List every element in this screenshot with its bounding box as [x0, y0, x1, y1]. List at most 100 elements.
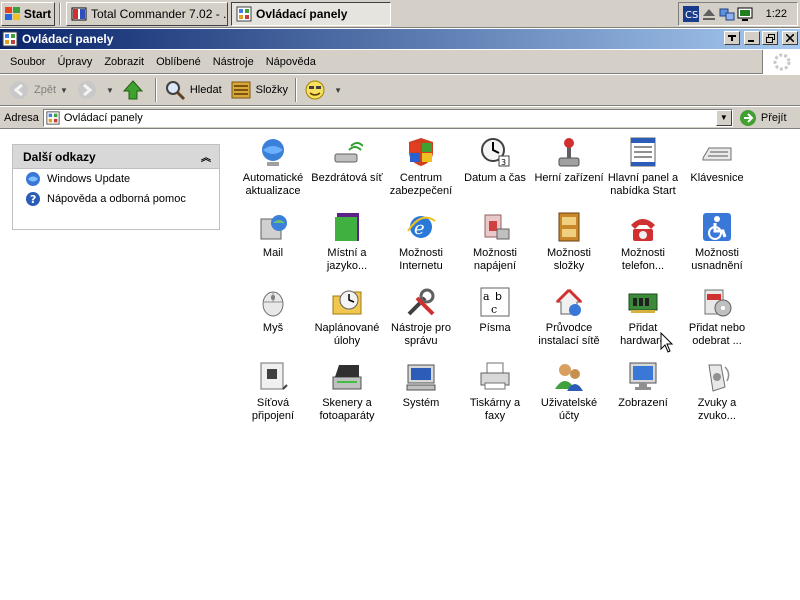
- cp-item-printers-faxes[interactable]: Tiskárny a faxy: [458, 361, 532, 423]
- cp-item-sounds[interactable]: Zvuky a zvuko...: [680, 361, 754, 423]
- help-button[interactable]: [724, 31, 740, 45]
- link-windows-update[interactable]: Windows Update: [13, 169, 219, 189]
- cp-item-display[interactable]: Zobrazení: [606, 361, 680, 410]
- cp-item-scheduled-tasks[interactable]: Naplánované úlohy: [310, 286, 384, 348]
- total-commander-icon: [71, 7, 87, 21]
- back-label: Zpět: [34, 84, 57, 96]
- go-arrow-icon: [739, 109, 756, 126]
- address-input[interactable]: Ovládací panely ▼: [42, 108, 733, 127]
- cp-item-power-options[interactable]: Možnosti napájení: [458, 211, 532, 273]
- address-value: Ovládací panely: [63, 111, 143, 124]
- eject-icon[interactable]: [701, 6, 717, 22]
- item-label: Automatické aktualizace: [242, 172, 304, 197]
- cp-item-folder-options[interactable]: Možnosti složky: [532, 211, 606, 273]
- cp-item-phone-options[interactable]: Možnosti telefon...: [606, 211, 680, 273]
- menu-napoveda[interactable]: Nápověda: [260, 56, 322, 68]
- cp-item-fonts[interactable]: abc Písma: [458, 286, 532, 335]
- cp-item-accessibility[interactable]: Možnosti usnadnění: [680, 211, 754, 273]
- cp-item-date-time[interactable]: 3 Datum a čas: [458, 136, 532, 185]
- back-button[interactable]: Zpět ▼: [4, 77, 72, 103]
- minimize-icon: [748, 40, 754, 42]
- folder-options-icon: [558, 212, 580, 242]
- task-control-panel[interactable]: Ovládací panely: [231, 2, 391, 26]
- item-label: Možnosti Internetu: [398, 247, 444, 272]
- accessibility-icon: [703, 213, 731, 241]
- svg-text:b: b: [495, 290, 502, 303]
- up-button[interactable]: [118, 77, 152, 103]
- minimize-button[interactable]: [744, 31, 760, 45]
- smiley-icon: [305, 80, 325, 100]
- cp-item-system[interactable]: Systém: [384, 361, 458, 410]
- content-area: Další odkazy ︽ Windows Update ? Nápověda…: [0, 130, 800, 600]
- cp-item-scanners-cameras[interactable]: Skenery a fotoaparáty: [310, 361, 384, 423]
- keyboard-icon: [702, 147, 732, 161]
- item-label: Uživatelské účty: [540, 397, 598, 422]
- window-title: Ovládací panely: [22, 32, 114, 46]
- cp-item-keyboard[interactable]: Klávesnice: [680, 136, 754, 185]
- menu-soubor[interactable]: Soubor: [4, 56, 51, 68]
- wireless-icon: [334, 142, 363, 163]
- link-help-support[interactable]: ? Nápověda a odborná pomoc: [13, 189, 219, 209]
- go-label: Přejít: [760, 111, 787, 124]
- clock[interactable]: 1:22: [766, 8, 787, 20]
- cp-item-admin-tools[interactable]: Nástroje pro správu: [384, 286, 458, 348]
- smiley-button[interactable]: ▼: [300, 77, 346, 103]
- cp-item-user-accounts[interactable]: Uživatelské účty: [532, 361, 606, 423]
- chevron-down-icon[interactable]: ▼: [106, 86, 114, 95]
- task-pane-header[interactable]: Další odkazy ︽: [13, 145, 219, 169]
- network-tray-icon[interactable]: [719, 6, 735, 22]
- close-button[interactable]: [782, 31, 798, 45]
- address-dropdown-button[interactable]: ▼: [715, 109, 732, 126]
- admin-tools-icon: [407, 288, 435, 316]
- cp-item-taskbar-start[interactable]: Hlavní panel a nabídka Start: [606, 136, 680, 198]
- item-label: Skenery a fotoaparáty: [319, 397, 375, 422]
- search-button[interactable]: Hledat: [160, 77, 226, 103]
- chevron-down-icon[interactable]: ▼: [334, 86, 342, 95]
- chevron-down-icon[interactable]: ▼: [60, 86, 68, 95]
- cp-item-mail[interactable]: Mail: [236, 211, 310, 260]
- restore-button[interactable]: [762, 31, 778, 45]
- language-icon[interactable]: CS: [683, 6, 699, 22]
- cp-item-internet-options[interactable]: e Možnosti Internetu: [384, 211, 458, 273]
- cp-item-mouse[interactable]: Myš: [236, 286, 310, 335]
- ie-icon: e: [407, 216, 436, 239]
- system-tray: CS 1:22: [678, 2, 798, 26]
- cp-item-security-center[interactable]: Centrum zabezpečení: [384, 136, 458, 198]
- power-icon: [484, 214, 510, 240]
- phone-icon: [631, 219, 655, 241]
- window-controls: [724, 31, 798, 45]
- task-pane-other-links: Další odkazy ︽ Windows Update ? Nápověda…: [12, 144, 220, 230]
- item-label: Naplánované úlohy: [314, 322, 380, 347]
- task-total-commander[interactable]: Total Commander 7.02 - ...: [66, 2, 228, 26]
- cp-item-regional[interactable]: Místní a jazyko...: [310, 211, 384, 273]
- svg-text:CS: CS: [685, 10, 698, 21]
- forward-arrow-icon: [77, 81, 96, 99]
- menu-oblibene[interactable]: Oblíbené: [150, 56, 207, 68]
- display-icon: [629, 362, 657, 390]
- window-titlebar[interactable]: Ovládací panely: [0, 29, 800, 49]
- menu-zobrazit[interactable]: Zobrazit: [98, 56, 150, 68]
- cp-item-add-remove-programs[interactable]: Přidat nebo odebrat ...: [680, 286, 754, 348]
- item-label: Možnosti telefon...: [620, 247, 666, 272]
- item-label: Možnosti složky: [546, 247, 592, 272]
- cp-item-game-controllers[interactable]: Herní zařízení: [532, 136, 606, 185]
- cp-item-network-connections[interactable]: Síťová připojení: [236, 361, 310, 423]
- menu-upravy[interactable]: Úpravy: [51, 56, 98, 68]
- joystick-icon: [558, 138, 580, 167]
- item-label: Možnosti napájení: [472, 247, 518, 272]
- folders-button[interactable]: Složky: [226, 77, 292, 103]
- go-button[interactable]: Přejít: [739, 109, 787, 127]
- svg-text:?: ?: [30, 193, 36, 206]
- shield-icon: [409, 138, 433, 166]
- monitor-tray-icon[interactable]: [737, 6, 753, 22]
- forward-button[interactable]: ▼: [72, 77, 118, 103]
- cp-item-network-wizard[interactable]: Průvodce instalací sítě: [532, 286, 606, 348]
- cp-item-automatic-updates[interactable]: Automatické aktualizace: [236, 136, 310, 198]
- collapse-icon[interactable]: ︽: [201, 149, 211, 164]
- item-label: Přidat nebo odebrat ...: [688, 322, 746, 347]
- menu-nastroje[interactable]: Nástroje: [207, 56, 260, 68]
- start-button[interactable]: Start: [1, 2, 55, 26]
- cp-item-wireless[interactable]: Bezdrátová síť: [310, 136, 384, 185]
- item-label: Myš: [262, 322, 284, 334]
- item-label: Systém: [402, 397, 440, 409]
